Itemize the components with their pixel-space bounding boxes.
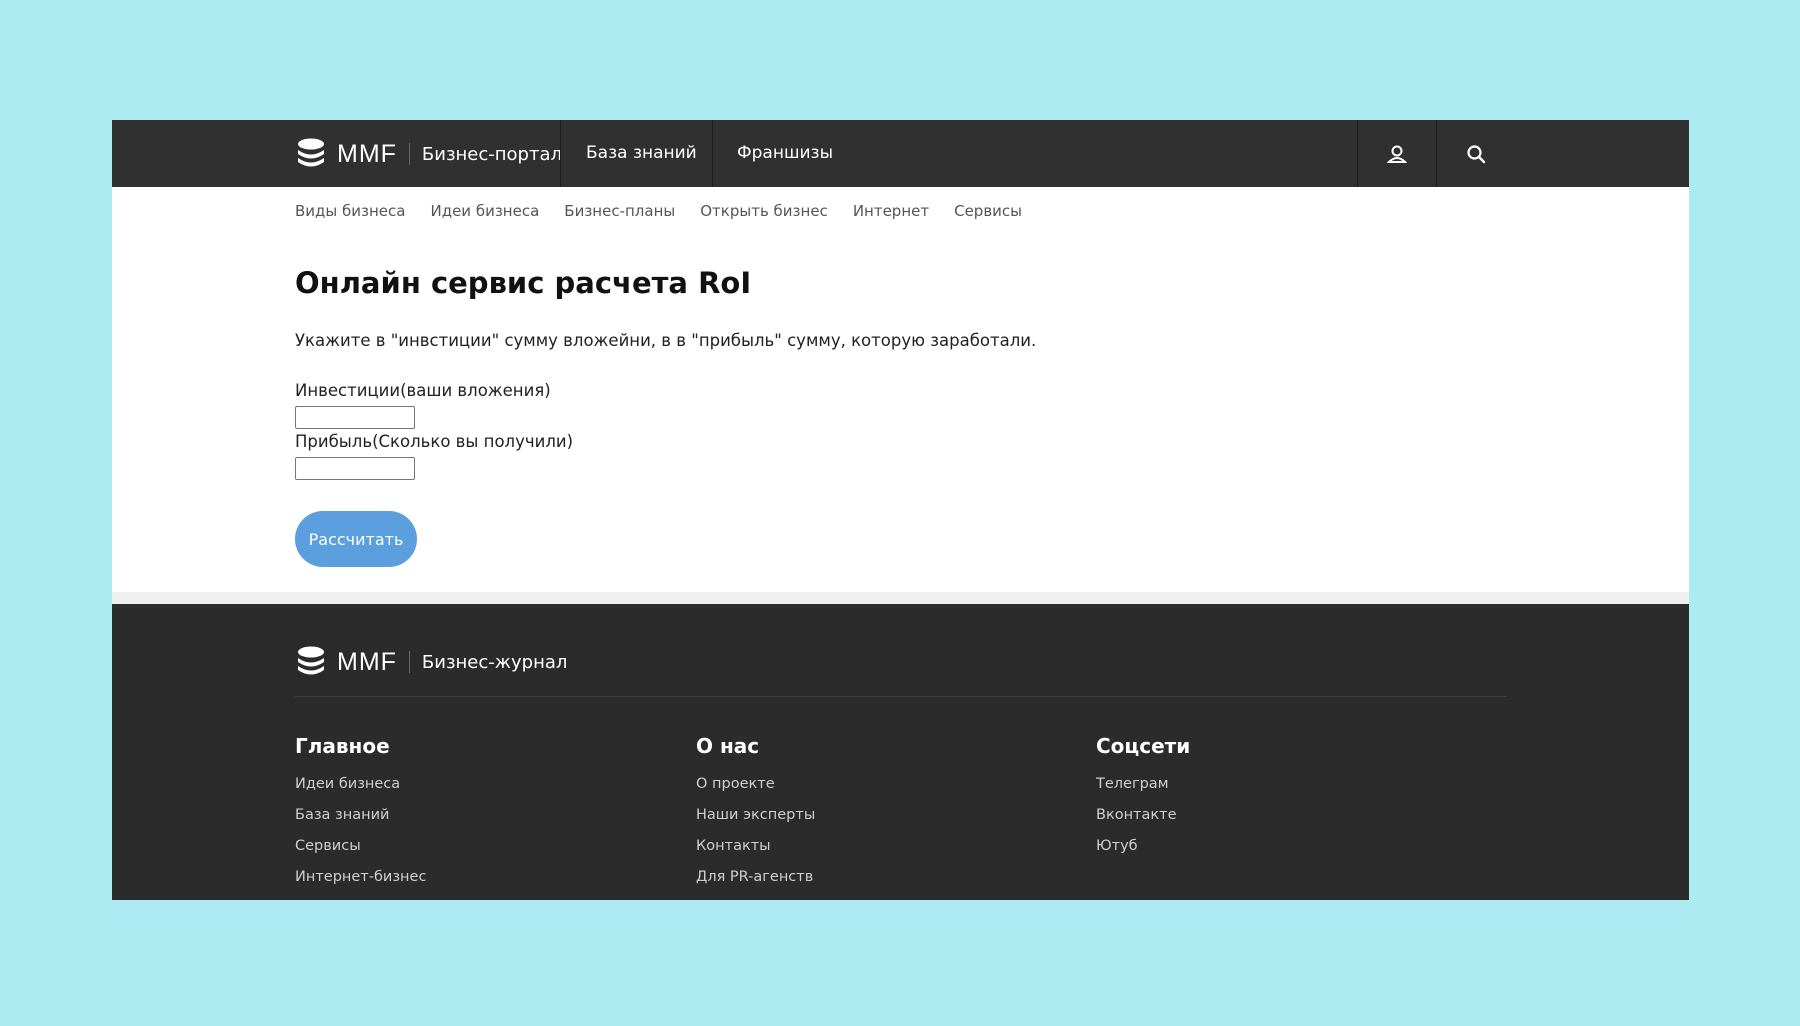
brand-subtitle: Бизнес-портал <box>421 143 563 165</box>
search-button[interactable] <box>1437 120 1515 187</box>
search-icon <box>1467 144 1486 163</box>
nav-divider <box>712 120 713 187</box>
brand-name: MMF <box>337 139 397 168</box>
footer-column-main: Главное Идеи бизнеса База знаний Сервисы… <box>295 734 426 900</box>
investments-label: Инвестиции(ваши вложения) <box>295 381 551 400</box>
footer-link[interactable]: Для PR-агенств <box>696 869 815 900</box>
footer: MMF Бизнес-журнал Главное Идеи бизнеса Б… <box>112 604 1689 900</box>
subnav-open-business[interactable]: Открыть бизнес <box>700 202 828 220</box>
subnav-business-types[interactable]: Виды бизнеса <box>295 202 405 220</box>
page-title: Онлайн сервис расчета RoI <box>295 266 752 300</box>
subnav-services[interactable]: Сервисы <box>954 202 1022 220</box>
sub-navigation: Виды бизнеса Идеи бизнеса Бизнес-планы О… <box>295 202 1047 220</box>
footer-link[interactable]: Наши эксперты <box>696 807 815 838</box>
nav-knowledge-base[interactable]: База знаний <box>586 120 697 187</box>
footer-link-telegram[interactable]: Телеграм <box>1096 776 1190 807</box>
footer-brand-name: MMF <box>337 647 397 676</box>
nav-franchises[interactable]: Франшизы <box>737 120 833 187</box>
footer-link[interactable]: Сервисы <box>295 838 426 869</box>
footer-link[interactable]: База знаний <box>295 807 426 838</box>
coins-logo-icon <box>298 646 324 675</box>
footer-divider <box>295 696 1507 697</box>
footer-link[interactable]: Контакты <box>696 838 815 869</box>
subnav-internet[interactable]: Интернет <box>853 202 929 220</box>
subnav-business-plans[interactable]: Бизнес-планы <box>564 202 675 220</box>
calculate-button[interactable]: Рассчитать <box>295 511 417 567</box>
footer-column-title: Соцсети <box>1096 734 1191 758</box>
user-button[interactable] <box>1358 120 1436 187</box>
user-icon <box>1387 145 1407 163</box>
footer-column-title: Главное <box>295 734 390 758</box>
profit-label: Прибыль(Сколько вы получили) <box>295 432 574 451</box>
footer-column-title: О нас <box>696 734 760 758</box>
subnav-business-ideas[interactable]: Идеи бизнеса <box>430 202 539 220</box>
footer-brand-subtitle: Бизнес-журнал <box>421 651 568 673</box>
browser-page: MMF Бизнес-портал База знаний Франшизы В… <box>112 120 1689 900</box>
header-brand[interactable]: MMF Бизнес-портал <box>295 134 562 174</box>
coins-logo-icon <box>298 138 324 167</box>
top-bar: MMF Бизнес-портал База знаний Франшизы <box>112 120 1689 187</box>
brand-divider <box>408 143 410 165</box>
footer-link[interactable]: Идеи бизнеса <box>295 776 426 807</box>
footer-link-vkontakte[interactable]: Вконтакте <box>1096 807 1190 838</box>
profit-input[interactable] <box>295 457 415 480</box>
footer-link[interactable]: Интернет-бизнес <box>295 869 426 900</box>
footer-link[interactable]: О проекте <box>696 776 815 807</box>
investments-input[interactable] <box>295 406 415 429</box>
footer-column-social: Соцсети Телеграм Вконтакте Ютуб <box>1096 734 1190 869</box>
brand-divider <box>408 651 410 673</box>
footer-brand[interactable]: MMF Бизнес-журнал <box>295 642 567 682</box>
instruction-text: Укажите в "инвстиции" сумму вложейни, в … <box>295 331 1037 350</box>
nav-divider <box>560 120 561 187</box>
footer-column-about: О нас О проекте Наши эксперты Контакты Д… <box>696 734 815 900</box>
section-divider <box>112 592 1689 604</box>
footer-link-youtube[interactable]: Ютуб <box>1096 838 1190 869</box>
